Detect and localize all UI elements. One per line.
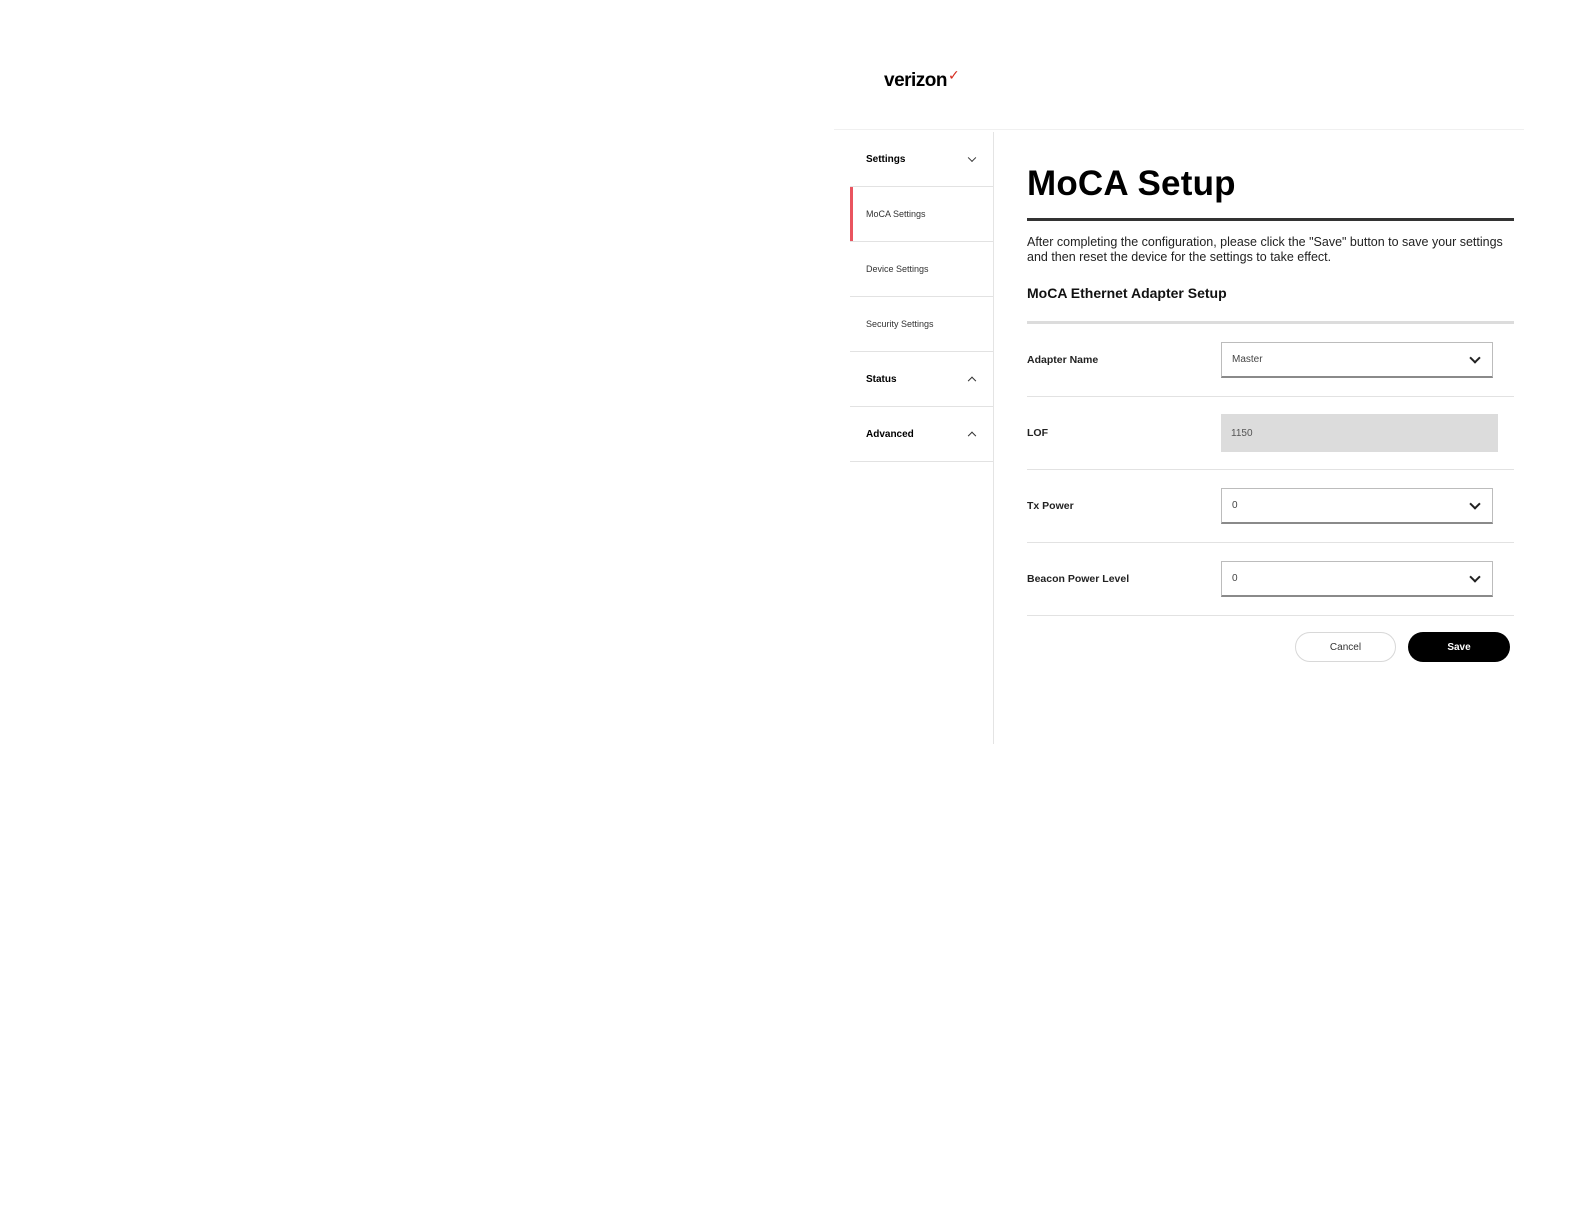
- lof-value: 1150: [1231, 427, 1253, 439]
- page: verizon ✓ Settings MoCA Settings Device …: [0, 0, 1584, 1224]
- verizon-logo[interactable]: verizon ✓: [884, 67, 960, 92]
- lof-field: 1150: [1221, 414, 1498, 452]
- adapter-name-select[interactable]: Master: [1221, 342, 1493, 378]
- adapter-name-row: Adapter Name Master: [1027, 324, 1514, 397]
- title-divider: [1027, 218, 1514, 221]
- beacon-power-level-row: Beacon Power Level 0: [1027, 543, 1514, 616]
- adapter-name-label: Adapter Name: [1027, 354, 1099, 366]
- sidebar-group-advanced[interactable]: Advanced: [850, 407, 993, 462]
- tx-power-row: Tx Power 0: [1027, 470, 1514, 543]
- save-button[interactable]: Save: [1408, 632, 1510, 662]
- adapter-name-value: Master: [1232, 354, 1263, 365]
- sidebar-item-device-settings[interactable]: Device Settings: [850, 242, 993, 297]
- lof-row: LOF 1150: [1027, 397, 1514, 470]
- sidebar-group-label: Advanced: [866, 428, 914, 440]
- sidebar-item-security-settings[interactable]: Security Settings: [850, 297, 993, 352]
- chevron-down-icon: [967, 153, 977, 163]
- beacon-power-level-value: 0: [1232, 573, 1238, 584]
- page-description: After completing the configuration, plea…: [1027, 235, 1503, 264]
- tx-power-label: Tx Power: [1027, 500, 1074, 512]
- sidebar-item-label: MoCA Settings: [866, 209, 926, 219]
- sidebar-group-settings[interactable]: Settings: [850, 132, 993, 187]
- logo-check-icon: ✓: [948, 67, 960, 83]
- sidebar-group-label: Status: [866, 373, 897, 385]
- sidebar-group-label: Settings: [866, 153, 906, 165]
- beacon-power-level-select[interactable]: 0: [1221, 561, 1493, 597]
- chevron-down-icon: [1469, 351, 1481, 364]
- sidebar-item-moca-settings[interactable]: MoCA Settings: [850, 187, 993, 242]
- header-divider: [834, 129, 1524, 130]
- chevron-down-icon: [1469, 497, 1481, 510]
- sidebar: Settings MoCA Settings Device Settings S…: [850, 132, 993, 462]
- sidebar-group-status[interactable]: Status: [850, 352, 993, 407]
- page-title: MoCA Setup: [1027, 164, 1236, 203]
- chevron-up-icon: [967, 376, 977, 386]
- sidebar-item-label: Security Settings: [866, 319, 934, 329]
- main-content: MoCA Setup After completing the configur…: [1027, 160, 1514, 680]
- chevron-up-icon: [967, 431, 977, 441]
- sidebar-item-label: Device Settings: [866, 264, 929, 274]
- logo-wordmark: verizon: [884, 70, 948, 91]
- section-title: MoCA Ethernet Adapter Setup: [1027, 285, 1227, 301]
- beacon-power-level-label: Beacon Power Level: [1027, 573, 1130, 585]
- chevron-down-icon: [1469, 570, 1481, 583]
- sidebar-divider: [993, 132, 994, 744]
- lof-label: LOF: [1027, 427, 1048, 439]
- form-actions: Cancel Save: [1027, 616, 1514, 680]
- tx-power-value: 0: [1232, 500, 1238, 511]
- cancel-button[interactable]: Cancel: [1295, 632, 1396, 662]
- tx-power-select[interactable]: 0: [1221, 488, 1493, 524]
